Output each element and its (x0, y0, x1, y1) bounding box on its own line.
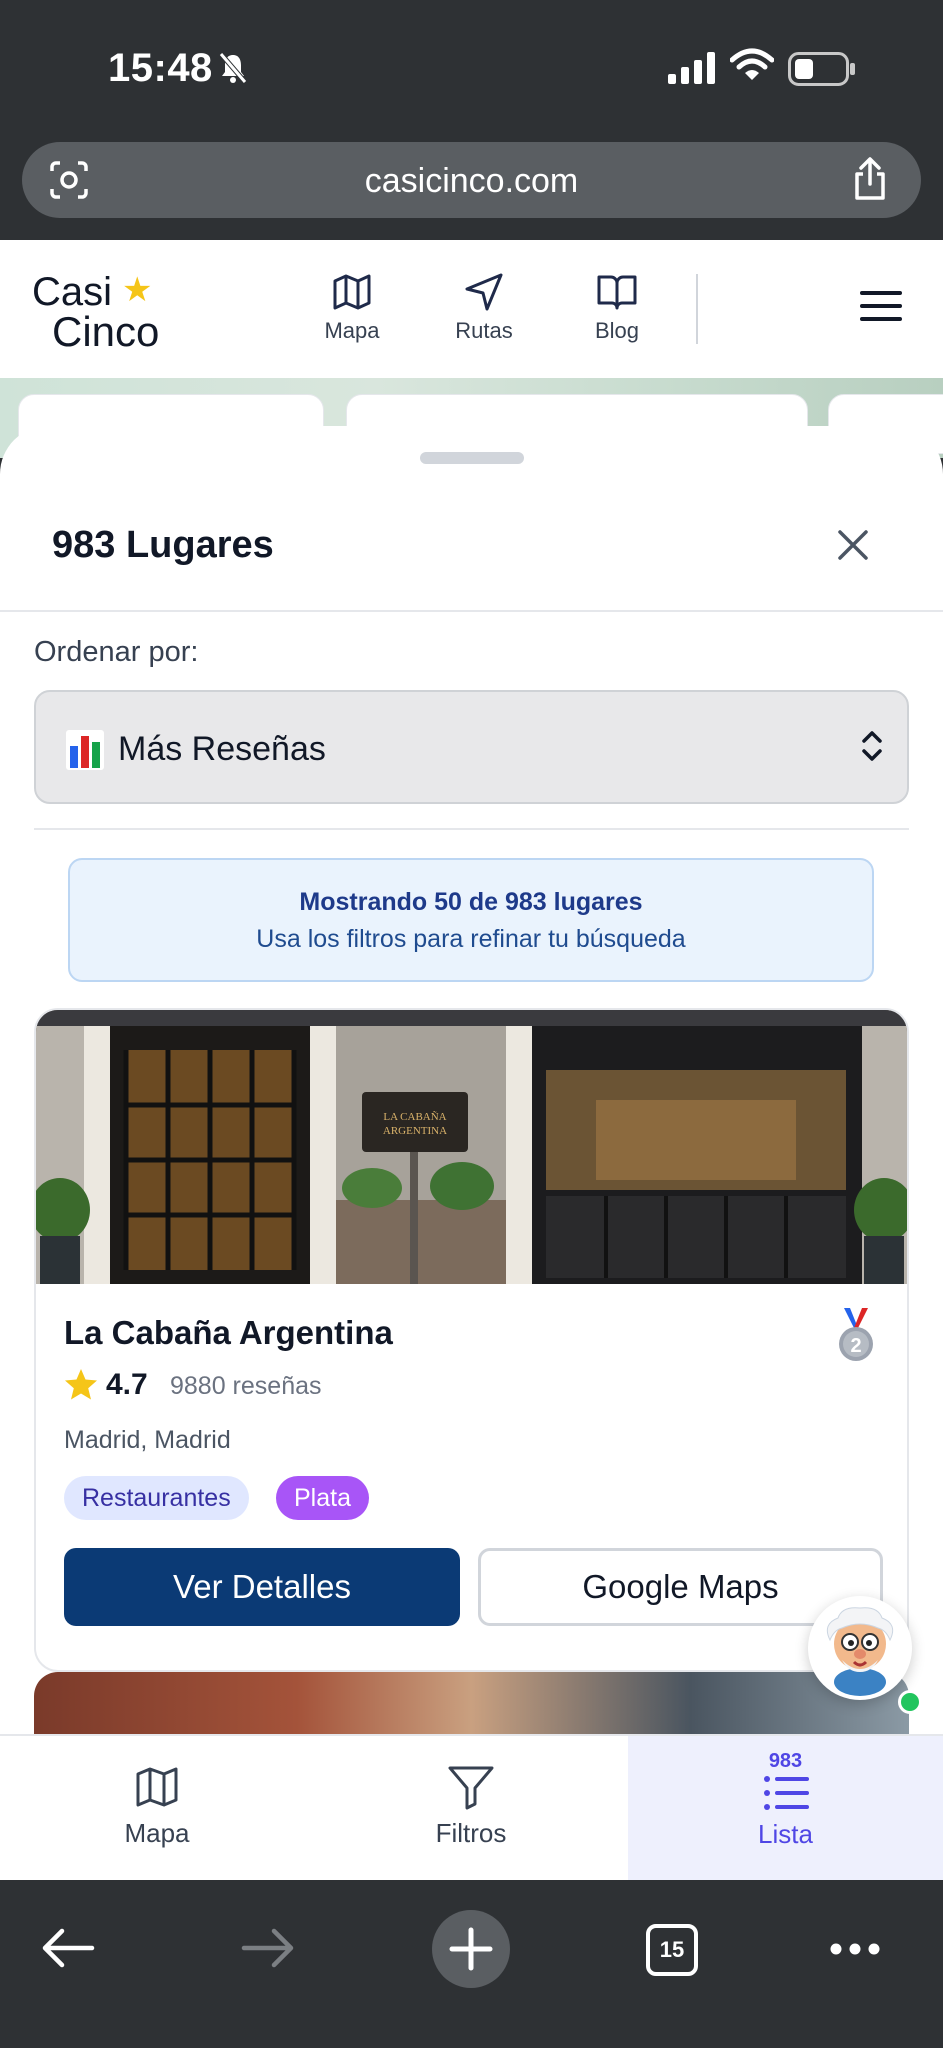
tab-lista[interactable]: 983 Lista (628, 1736, 943, 1882)
sheet-divider (0, 610, 943, 612)
map-icon (136, 1767, 178, 1807)
more-options-icon[interactable] (830, 1942, 880, 1956)
browser-toolbar: 15 (0, 1880, 943, 2048)
nav-rutas[interactable]: Rutas (429, 272, 539, 344)
assistant-avatar-button[interactable] (808, 1596, 912, 1700)
next-place-card[interactable] (34, 1672, 909, 1736)
new-tab-button[interactable] (432, 1910, 510, 1988)
online-status-dot (898, 1690, 922, 1714)
tab-mapa-label: Mapa (124, 1818, 190, 1848)
sort-label: Ordenar por: (34, 636, 199, 668)
place-card[interactable]: LA CABAÑA ARGENTINA La Cabaña Argentina (34, 1008, 909, 1672)
hamburger-menu-icon[interactable] (860, 290, 902, 322)
wifi-icon (730, 48, 774, 80)
star-icon (65, 1369, 97, 1400)
storefront-illustration: LA CABAÑA ARGENTINA (36, 1010, 907, 1284)
results-info-box: Mostrando 50 de 983 lugares Usa los filt… (68, 858, 874, 982)
logo-star-icon: ★ (122, 271, 153, 309)
url-text[interactable]: casicinco.com (22, 162, 921, 201)
place-rating: 4.7 (106, 1368, 148, 1401)
photo-sign-text: LA CABAÑA (383, 1111, 446, 1123)
site-logo[interactable]: Casi ★ Cinco (32, 271, 160, 355)
back-arrow-icon[interactable] (40, 1926, 96, 1970)
navigation-icon (465, 273, 503, 311)
place-reviews: 9880 reseñas (170, 1372, 322, 1400)
nav-blog[interactable]: Blog (562, 272, 672, 344)
forward-arrow-icon[interactable] (240, 1926, 296, 1970)
view-details-button[interactable]: Ver Detalles (64, 1548, 460, 1626)
tab-mapa[interactable]: Mapa (0, 1736, 314, 1882)
place-photo[interactable]: LA CABAÑA ARGENTINA (36, 1010, 907, 1284)
list-icon (763, 1776, 809, 1810)
close-icon[interactable] (836, 528, 870, 562)
address-bar[interactable]: casicinco.com (22, 142, 921, 218)
nav-divider (696, 274, 698, 344)
signal-icon (668, 52, 715, 84)
tab-lista-count: 983 (768, 1750, 803, 1772)
place-location: Madrid, Madrid (64, 1426, 231, 1454)
nav-mapa-label: Mapa (324, 318, 380, 343)
chevron-updown-icon (862, 731, 882, 761)
tabs-switcher-button[interactable]: 15 (646, 1924, 698, 1976)
nav-rutas-label: Rutas (455, 318, 513, 343)
logo-cinco: Cinco (52, 308, 160, 355)
sheet-drag-handle[interactable] (420, 452, 524, 464)
level-badge: Plata (276, 1476, 369, 1520)
photo-sign-text: ARGENTINA (383, 1125, 447, 1137)
status-time: 15:48 (108, 46, 213, 90)
medal-rank: 2 (850, 1335, 861, 1357)
sort-divider (34, 828, 909, 830)
tab-filtros[interactable]: Filtros (314, 1736, 628, 1882)
status-bar: 15:48 (0, 0, 943, 140)
professor-avatar-icon (810, 1598, 910, 1698)
place-name[interactable]: La Cabaña Argentina (64, 1314, 393, 1352)
map-icon (333, 274, 371, 310)
sort-select[interactable]: Más Reseñas (34, 690, 909, 804)
info-count: Mostrando 50 de 983 lugares (299, 888, 643, 916)
bar-chart-icon (66, 730, 104, 770)
sheet-title: 983 Lugares (52, 524, 274, 566)
filter-icon (448, 1766, 494, 1810)
bottom-tab-bar: Mapa Filtros 983 Lista (0, 1734, 943, 1882)
book-icon (597, 275, 637, 310)
share-icon[interactable] (851, 156, 889, 202)
silver-medal-icon: 2 (839, 1308, 873, 1361)
battery-icon (788, 52, 855, 86)
sort-value: Más Reseñas (118, 730, 326, 768)
plus-icon (449, 1927, 493, 1971)
site-header: Casi ★ Cinco Mapa Rutas Blog (0, 240, 943, 378)
nav-blog-label: Blog (594, 318, 640, 343)
info-hint: Usa los filtros para refinar tu búsqueda (256, 925, 686, 953)
results-sheet: 983 Lugares Ordenar por: Más Reseñas Mos… (0, 426, 943, 1736)
tab-filtros-label: Filtros (435, 1818, 507, 1848)
tab-lista-label: Lista (758, 1819, 813, 1849)
bell-muted-icon (219, 52, 247, 84)
category-tag: Restaurantes (64, 1476, 249, 1520)
nav-mapa[interactable]: Mapa (297, 272, 407, 344)
